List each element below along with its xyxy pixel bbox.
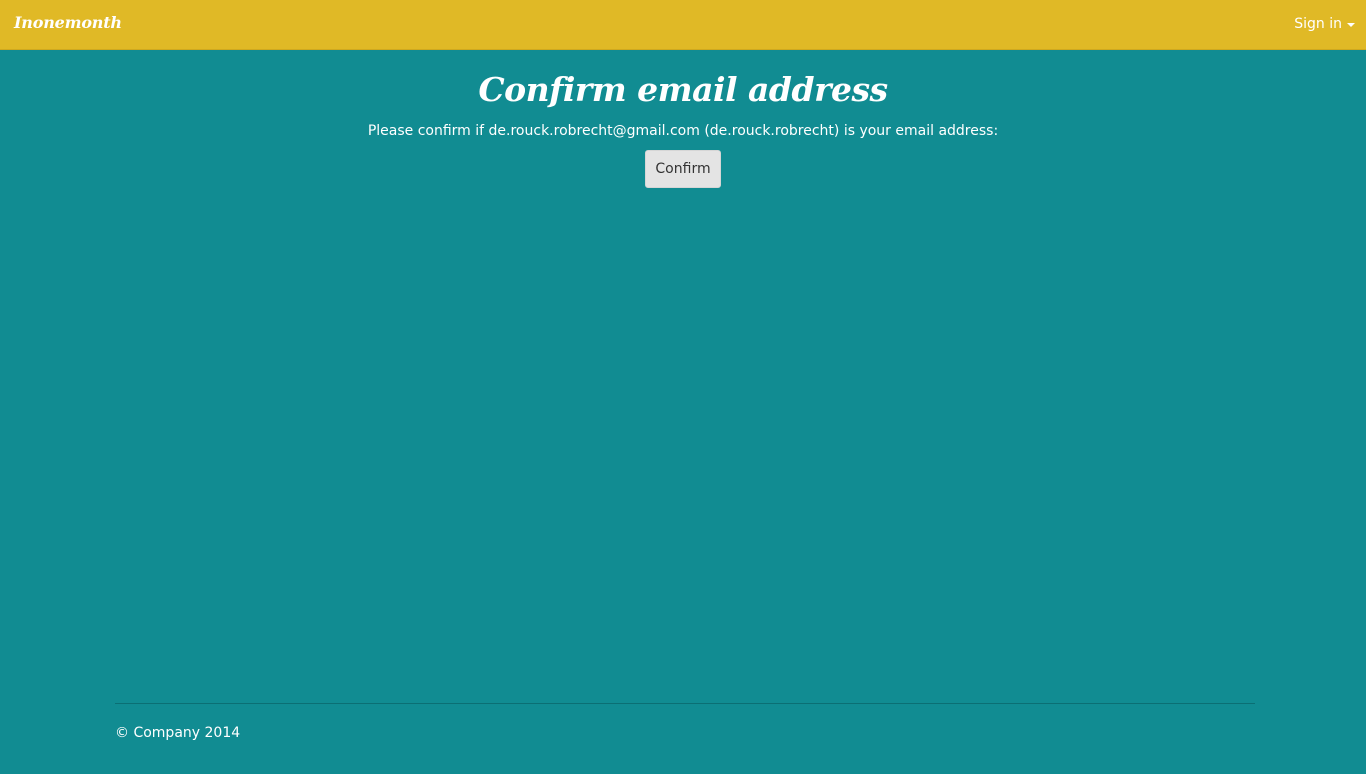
top-navbar: Inonemonth Sign in (0, 0, 1366, 50)
caret-down-icon (1347, 23, 1355, 27)
confirm-button[interactable]: Confirm (645, 150, 721, 188)
brand-logo-link[interactable]: Inonemonth (14, 13, 122, 32)
sign-in-dropdown[interactable]: Sign in (1294, 16, 1355, 32)
sign-in-label: Sign in (1294, 16, 1342, 32)
page-title: Confirm email address (478, 70, 888, 109)
footer-copyright: © Company 2014 (115, 725, 241, 741)
confirm-message: Please confirm if de.rouck.robrecht@gmai… (367, 123, 999, 139)
footer-divider (115, 703, 1255, 704)
main-content: Confirm email address Please confirm if … (0, 50, 1366, 188)
